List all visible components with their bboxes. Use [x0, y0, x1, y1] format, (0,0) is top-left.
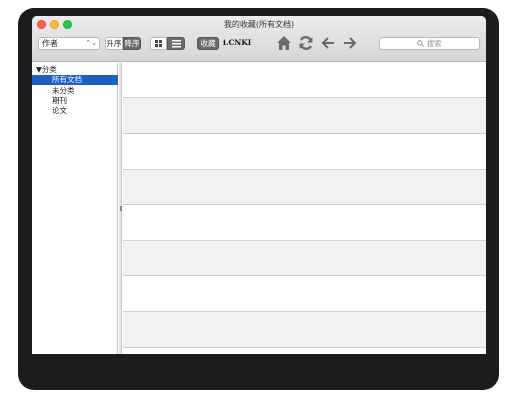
search-placeholder: 搜索: [426, 39, 442, 48]
back-arrow-icon[interactable]: [320, 35, 336, 51]
list-row[interactable]: [123, 98, 486, 134]
sidebar-item-journals[interactable]: 期刊: [52, 96, 67, 106]
forward-arrow-icon[interactable]: [342, 35, 358, 51]
list-row[interactable]: [123, 276, 486, 312]
grid-view-icon: [155, 40, 162, 47]
list-row[interactable]: [123, 63, 486, 98]
window-title: 我的收藏(所有文档): [223, 20, 295, 29]
sort-ascending-button[interactable]: 升序: [105, 37, 123, 50]
refresh-icon[interactable]: [298, 35, 314, 51]
list-view-button[interactable]: [167, 37, 185, 50]
category-group[interactable]: ▼分类: [36, 65, 57, 75]
sidebar-item-theses[interactable]: 论文: [52, 106, 67, 116]
grid-view-button[interactable]: [150, 37, 167, 50]
list-row[interactable]: [123, 312, 486, 348]
list-row[interactable]: [123, 241, 486, 276]
splitter-handle[interactable]: [120, 206, 122, 211]
document-list: [123, 63, 486, 354]
sort-field-select[interactable]: 作者 ⌃⌄: [38, 37, 100, 50]
sidebar: ▼分类 所有文档 未分类 期刊 论文: [32, 63, 118, 354]
favorites-button[interactable]: 收藏: [197, 37, 219, 50]
toolbar: 我的收藏(所有文档) 作者 ⌃⌄ 升序 降序 收藏 i.CNKI 搜索: [32, 16, 486, 62]
sidebar-item-all-documents[interactable]: 所有文档: [32, 75, 118, 85]
search-icon: [417, 40, 425, 47]
home-icon[interactable]: [276, 35, 292, 51]
search-input[interactable]: 搜索: [379, 37, 480, 50]
sidebar-item-uncategorized[interactable]: 未分类: [52, 86, 75, 96]
list-row[interactable]: [123, 134, 486, 170]
list-row[interactable]: [123, 205, 486, 241]
list-view-icon: [171, 40, 181, 48]
sort-field-value: 作者: [42, 39, 58, 48]
sort-descending-button[interactable]: 降序: [123, 37, 141, 50]
chevron-updown-icon: ⌃⌄: [85, 39, 97, 47]
app-window: 我的收藏(所有文档) 作者 ⌃⌄ 升序 降序 收藏 i.CNKI 搜索 ▼分类 …: [32, 16, 486, 354]
list-row[interactable]: [123, 348, 486, 354]
cnki-logo-button[interactable]: i.CNKI: [223, 38, 251, 47]
list-row[interactable]: [123, 170, 486, 205]
